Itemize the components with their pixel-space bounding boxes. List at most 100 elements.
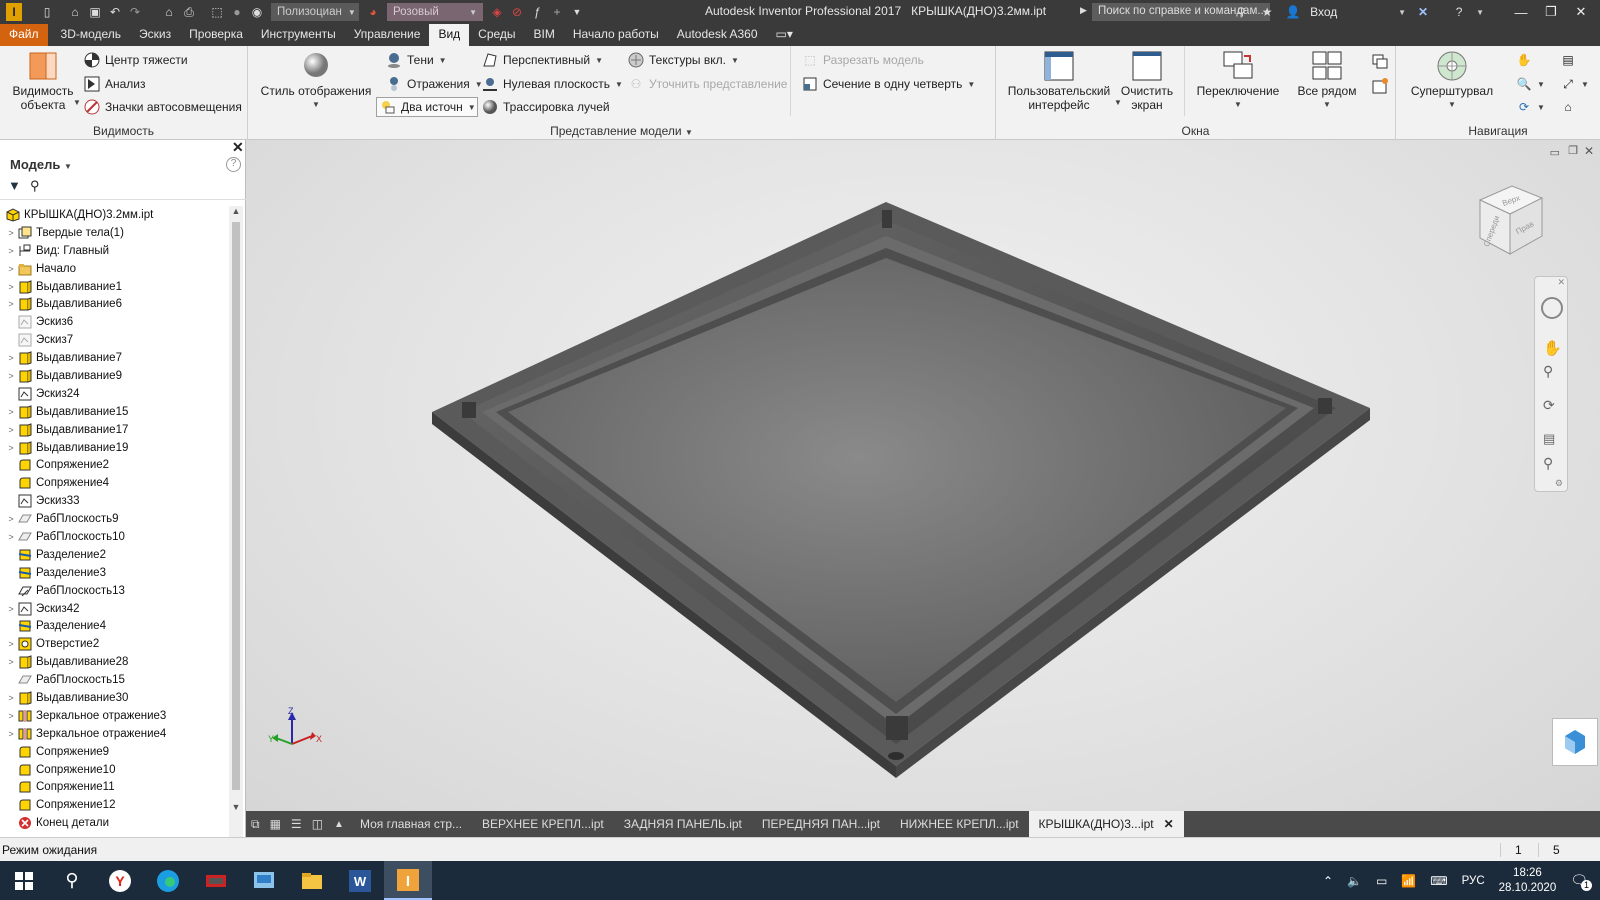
center-of-gravity-button[interactable]: Центр тяжести (84, 52, 188, 68)
clean-screen-button[interactable]: Очистить экран (1116, 50, 1178, 112)
navbar-wheel-icon[interactable] (1541, 297, 1563, 319)
yandex-browser-icon[interactable]: Y (96, 861, 144, 900)
update-icon[interactable]: ◉ (248, 3, 266, 21)
tree-item[interactable]: Сопряжение11 (0, 779, 230, 797)
tray-chevron-icon[interactable]: ⌃ (1323, 874, 1333, 888)
cascade-button[interactable] (1372, 54, 1388, 70)
adjust-appearance-icon[interactable]: ◈ (488, 3, 506, 21)
tree-item[interactable]: Эскиз7 (0, 331, 230, 349)
part-model[interactable] (246, 140, 1600, 811)
tree-item[interactable]: Сопряжение10 (0, 761, 230, 779)
shadows-button[interactable]: Тени ▼ (386, 52, 447, 68)
expand-chevron-icon[interactable]: > (4, 407, 18, 417)
expand-chevron-icon[interactable]: > (4, 299, 18, 309)
tree-root[interactable]: КРЫШКА(ДНО)3.2мм.ipt (0, 206, 230, 224)
tree-item[interactable]: > Выдавливание15 (0, 403, 230, 421)
expand-chevron-icon[interactable]: > (4, 264, 18, 274)
tree-item[interactable]: Сопряжение9 (0, 743, 230, 761)
object-visibility-dropdown-icon[interactable]: ▼ (73, 98, 81, 107)
ribbon-tab-0[interactable]: Файл (0, 24, 48, 46)
control-panel-icon[interactable] (240, 861, 288, 900)
tree-item[interactable]: > РабПлоскость10 (0, 528, 230, 546)
minimize-icon[interactable]: — (1510, 5, 1532, 20)
ray-tracing-button[interactable]: Трассировка лучей (482, 99, 610, 115)
print-icon[interactable]: ⎙ (180, 3, 198, 21)
graphics-viewport[interactable]: ▭ ❐ ✕ Верх Спереди Прав ✕ ✋ ⚲ ⟳ ▤ ⚲ ⚙ Z … (246, 140, 1600, 811)
tree-item[interactable]: > Выдавливание17 (0, 421, 230, 439)
clock[interactable]: 18:26 28.10.2020 (1499, 866, 1557, 896)
pan-button[interactable]: ✋ (1516, 52, 1532, 68)
parameters-icon[interactable]: ƒ (528, 3, 546, 21)
browser-help-icon[interactable]: ? (226, 157, 241, 172)
open-file-icon[interactable]: ⌂ (66, 3, 84, 21)
exchange-x-icon[interactable]: ✕ (1414, 3, 1432, 21)
expand-chevron-icon[interactable]: > (4, 371, 18, 381)
tab-layout-tile-icon[interactable]: ▦ (265, 811, 286, 837)
favorites-star-icon[interactable]: ★ (1258, 3, 1276, 21)
help-dropdown-icon[interactable]: ▼ (1476, 8, 1484, 17)
viewcube[interactable]: Верх Спереди Прав (1474, 182, 1548, 258)
expand-chevron-icon[interactable]: > (4, 353, 18, 363)
tree-item[interactable]: > Выдавливание7 (0, 349, 230, 367)
navbar-close-icon[interactable]: ✕ (1557, 277, 1565, 288)
scroll-thumb[interactable] (232, 222, 240, 790)
battery-icon[interactable]: ▭ (1376, 874, 1387, 888)
customize-dropdown-icon[interactable]: ▼ (568, 3, 586, 21)
document-tab[interactable]: КРЫШКА(ДНО)3...ipt ✕ (1028, 811, 1184, 837)
a360-assistant-button[interactable] (1552, 718, 1598, 766)
tree-item[interactable]: РабПлоскость15 (0, 671, 230, 689)
ribbon-tab-2[interactable]: Эскиз (130, 24, 180, 46)
tree-item[interactable]: Сопряжение12 (0, 796, 230, 814)
panel-title-model-view[interactable]: Представление модели ▼ (248, 124, 995, 138)
ribbon-tab-6[interactable]: Вид (429, 24, 470, 46)
tree-item[interactable]: Конец детали (0, 814, 230, 832)
expand-chevron-icon[interactable]: > (4, 693, 18, 703)
measure-icon[interactable]: ● (228, 3, 246, 21)
navbar-orbit-icon[interactable]: ⟳ (1543, 397, 1555, 414)
expand-chevron-icon[interactable]: > (4, 657, 18, 667)
section-model-button[interactable]: ⬚ Разрезать модель (802, 52, 924, 68)
expand-chevron-icon[interactable]: > (4, 282, 18, 292)
help-icon[interactable]: ? (1450, 3, 1468, 21)
ribbon-options-icon[interactable]: ▭▾ (767, 24, 802, 46)
tab-layout-horizontal-icon[interactable]: ☰ (286, 811, 307, 837)
analysis-button[interactable]: Анализ (84, 76, 146, 92)
user-interface-button[interactable]: Пользовательский интерфейс (1004, 50, 1114, 112)
textures-button[interactable]: Текстуры вкл. ▼ (628, 52, 739, 68)
tree-item[interactable]: Разделение4 (0, 617, 230, 635)
navbar-zoom-icon[interactable]: ⚲ (1543, 363, 1553, 380)
lighting-select[interactable]: Два источн ▼ (376, 97, 478, 117)
binoculars-icon[interactable]: ⚲ (1232, 3, 1250, 21)
search-arrow-icon[interactable]: ▶ (1080, 5, 1087, 16)
inventor-logo-icon[interactable]: I (6, 3, 22, 21)
redo-icon[interactable]: ↷ (126, 3, 144, 21)
zoom-all-button[interactable]: ⤢ ▼ (1560, 76, 1589, 92)
file-explorer-icon[interactable] (288, 861, 336, 900)
quarter-section-button[interactable]: Сечение в одну четверть ▼ (802, 76, 975, 92)
reflections-button[interactable]: Отражения ▼ (386, 76, 483, 92)
clear-appearance-icon[interactable]: ⊘ (508, 3, 526, 21)
document-tab[interactable]: ПЕРЕДНЯЯ ПАН...ipt (752, 811, 890, 837)
ribbon-tab-5[interactable]: Управление (345, 24, 430, 46)
ribbon-tab-8[interactable]: BIM (525, 24, 564, 46)
tree-item[interactable]: > Начало (0, 260, 230, 278)
expand-chevron-icon[interactable]: > (4, 514, 18, 524)
keyboard-icon[interactable]: ⌨ (1430, 874, 1447, 888)
browser-title-dropdown[interactable]: Модель ▼ (10, 157, 72, 172)
tab-list-icon[interactable]: ▲ (328, 811, 350, 837)
expand-chevron-icon[interactable]: > (4, 711, 18, 721)
search-icon[interactable]: ⚲ (48, 861, 96, 900)
expand-chevron-icon[interactable]: > (4, 604, 18, 614)
navbar-customize-icon[interactable]: ⚙ (1555, 478, 1563, 489)
login-link[interactable]: Вход (1310, 5, 1390, 19)
expand-chevron-icon[interactable]: > (4, 729, 18, 739)
tile-windows-button[interactable]: Все рядом ▼ (1286, 50, 1368, 112)
zoom-button[interactable]: 🔍 ▼ (1516, 76, 1545, 92)
tree-item[interactable]: Эскиз6 (0, 313, 230, 331)
document-tab[interactable]: ВЕРХНЕЕ КРЕПЛ...ipt (472, 811, 614, 837)
expand-chevron-icon[interactable]: > (4, 532, 18, 542)
tree-item[interactable]: РабПлоскость13 (0, 582, 230, 600)
tree-item[interactable]: Разделение2 (0, 546, 230, 564)
save-icon[interactable]: ▣ (86, 3, 104, 21)
edge-browser-icon[interactable] (144, 861, 192, 900)
